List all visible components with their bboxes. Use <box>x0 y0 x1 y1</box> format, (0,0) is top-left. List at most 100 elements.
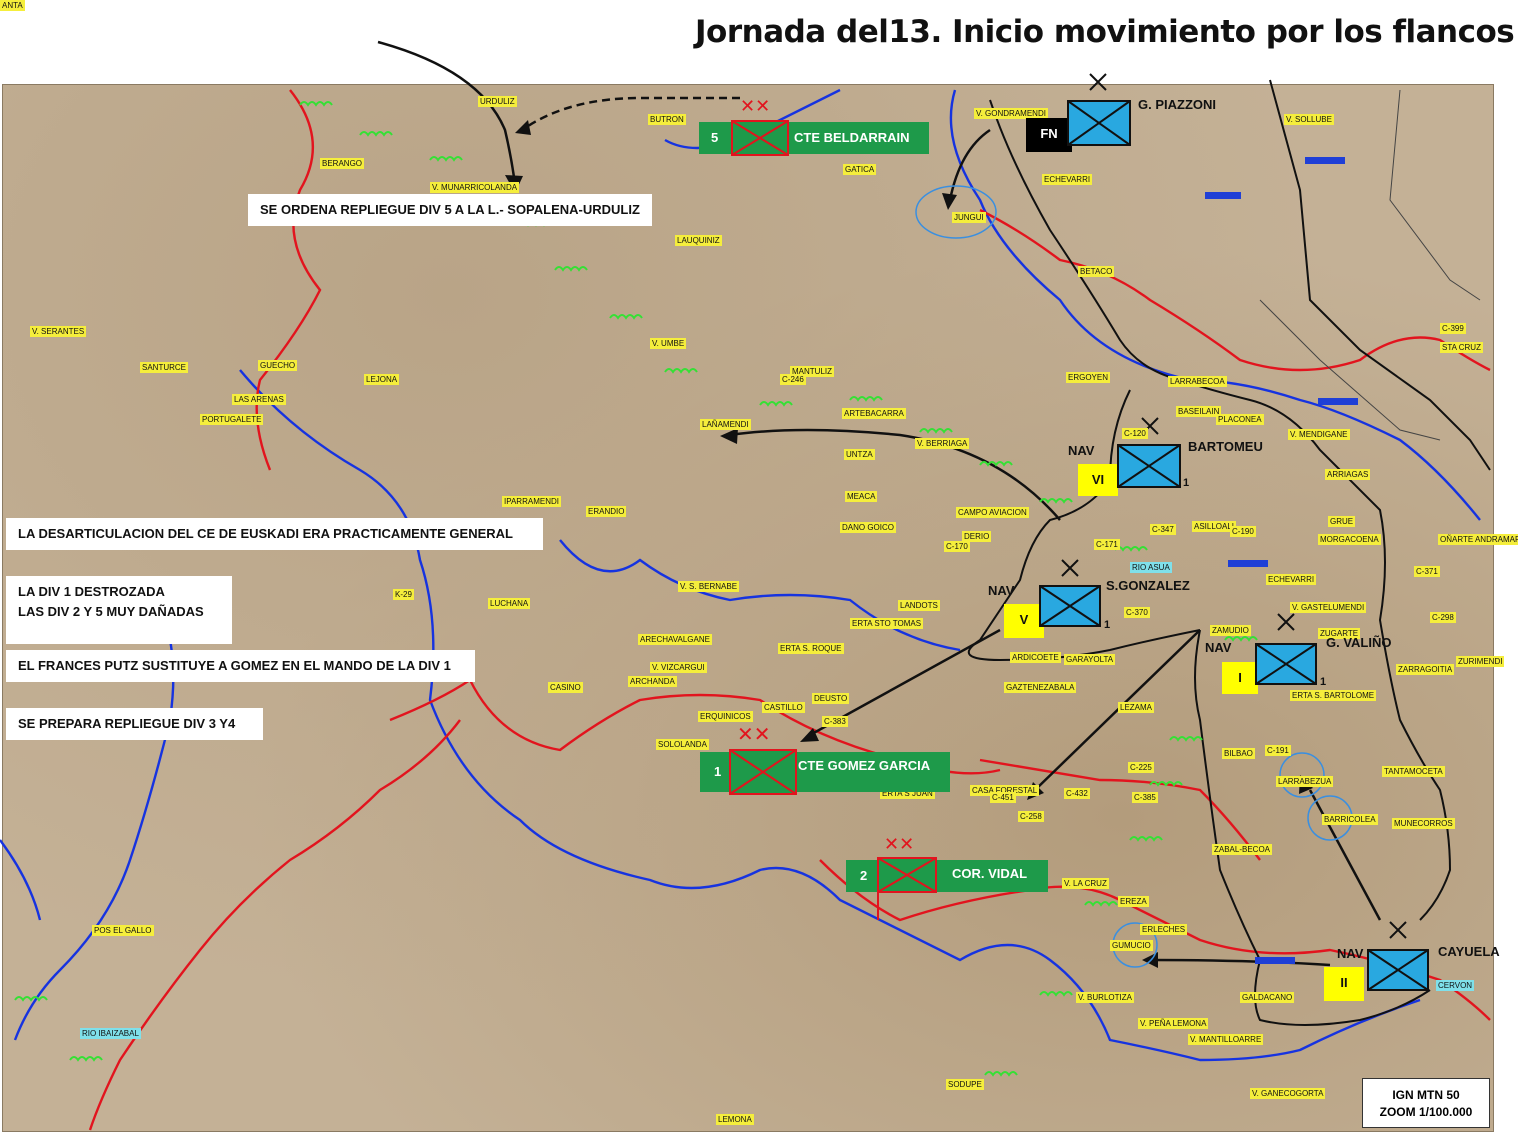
unit-v-number: 1 <box>1104 619 1111 631</box>
place-label: C-120 <box>1122 428 1148 439</box>
arrow <box>1149 958 1331 967</box>
trench <box>849 396 883 402</box>
place-label: JUNGUI <box>952 212 986 223</box>
place-label: URDULIZ <box>478 96 517 107</box>
place-label: V. BERRIAGA <box>915 438 970 449</box>
place-label: C-347 <box>1150 524 1176 535</box>
place-label: ERLECHES <box>1140 924 1188 935</box>
river <box>949 89 1481 521</box>
unit-ii-prefix: NAV <box>1337 946 1364 961</box>
place-label: C-370 <box>1124 607 1150 618</box>
trench <box>14 996 48 1002</box>
arrowhead <box>942 193 957 210</box>
unit-commander: CTE GOMEZ GARCIA <box>798 758 931 773</box>
place-label: ARCHANDA <box>628 676 677 687</box>
place-label: TANTAMOCETA <box>1382 766 1445 777</box>
place-label: DANO GOICO <box>840 522 897 533</box>
secondary-roads <box>1259 89 1481 441</box>
place-label: BASEILAIN <box>1176 406 1222 417</box>
arrow <box>377 40 517 186</box>
place-label: ANTA <box>0 0 25 11</box>
arrow <box>1308 789 1382 921</box>
note-repliegue-div5: SE ORDENA REPLIEGUE DIV 5 A LA L.- SOPAL… <box>248 194 652 226</box>
marker <box>1305 157 1345 164</box>
place-label: C-371 <box>1414 566 1440 577</box>
place-label: V. BURLOTIZA <box>1076 992 1134 1003</box>
unit-i-commander: G. VALIÑO <box>1326 635 1392 650</box>
place-label: C-383 <box>822 716 848 727</box>
place-label: V. S. BERNABE <box>678 581 740 592</box>
unit-ii-commander: CAYUELA <box>1438 944 1500 959</box>
place-label: LARRABEZUA <box>1276 776 1334 787</box>
place-label: C-170 <box>944 541 970 552</box>
place-label: GALDACANO <box>1240 992 1295 1003</box>
unit-i-tag: I <box>1222 662 1258 694</box>
unit-number: 1 <box>714 764 722 779</box>
place-label: K-29 <box>393 589 414 600</box>
trench <box>1039 498 1073 504</box>
place-label: V. MENDIGANE <box>1288 429 1350 440</box>
arrowhead <box>515 120 531 135</box>
svg-text:✕✕: ✕✕ <box>737 722 771 746</box>
trench <box>299 101 333 107</box>
svg-text:✕✕: ✕✕ <box>884 834 914 855</box>
place-label: IPARRAMENDI <box>502 496 561 507</box>
unit-vi-prefix: NAV <box>1068 443 1095 458</box>
place-label: GUECHO <box>258 360 298 371</box>
unit-div1-label: 1 CTE GOMEZ GARCIA <box>700 752 950 792</box>
place-label: ERTA STO TOMAS <box>850 618 924 629</box>
place-label: CASINO <box>548 682 583 693</box>
place-label: ZURIMENDI <box>1456 656 1505 667</box>
arrow <box>948 128 991 201</box>
place-label: OÑARTE ANDRAMARI <box>1438 534 1518 545</box>
unit-ii-tag: II <box>1324 967 1364 1001</box>
trench <box>69 1056 103 1062</box>
place-label: CERVON <box>1436 980 1475 991</box>
map-source: IGN MTN 50 <box>1392 1088 1460 1102</box>
place-label: BETACO <box>1078 266 1115 277</box>
arrowhead <box>720 428 738 444</box>
place-label: V. PEÑA LEMONA <box>1138 1018 1209 1029</box>
unit-number: 2 <box>860 868 868 883</box>
place-label: LEJONA <box>364 374 400 385</box>
front-line <box>989 99 1452 921</box>
place-label: C-258 <box>1018 811 1044 822</box>
place-label: LEZAMA <box>1118 702 1155 713</box>
place-label: LANDOTS <box>898 600 940 611</box>
place-label: MEACA <box>845 491 878 502</box>
place-label: BERANGO <box>320 158 365 169</box>
river <box>239 369 1421 1062</box>
unit-i-prefix: NAV <box>1205 640 1232 655</box>
place-label: V. UMBE <box>650 338 687 349</box>
trench <box>1169 736 1203 742</box>
place-label: SANTURCE <box>140 362 189 373</box>
note-putz: EL FRANCES PUTZ SUSTITUYE A GOMEZ EN EL … <box>6 650 475 682</box>
place-label: EREZA <box>1118 896 1149 907</box>
place-label: V. GANECOGORTA <box>1250 1088 1326 1099</box>
trench <box>984 1071 1018 1077</box>
unit-commander: CTE BELDARRAIN <box>794 130 910 145</box>
unit-symbol-cayuela <box>1367 921 1429 991</box>
place-label: SOLOLANDA <box>656 739 709 750</box>
place-label: ARECHAVALGANE <box>638 634 712 645</box>
note-repliegue-div3-4: SE PREPARA REPLIEGUE DIV 3 Y4 <box>6 708 264 740</box>
note-div2-5: LAS DIV 2 Y 5 MUY DAÑADAS <box>18 604 204 619</box>
trench <box>979 461 1013 467</box>
trench <box>1114 546 1148 552</box>
front-line <box>1269 79 1491 471</box>
trench <box>429 156 463 162</box>
note-div1: LA DIV 1 DESTROZADA <box>18 584 165 599</box>
place-label: LAÑAMENDI <box>700 419 751 430</box>
marker <box>1318 398 1358 405</box>
rivers <box>0 88 1481 1062</box>
place-label: C-399 <box>1440 323 1466 334</box>
place-label: C-171 <box>1094 539 1120 550</box>
place-label: ZARRAGOITIA <box>1396 664 1455 675</box>
place-label: MUNECORROS <box>1392 818 1455 829</box>
unit-v-commander: S.GONZALEZ <box>1106 578 1190 593</box>
marker <box>1255 957 1295 964</box>
roads <box>88 89 1491 1131</box>
place-label: GATICA <box>843 164 877 175</box>
place-label: ECHEVARRI <box>1042 174 1093 185</box>
place-label: ARTEBACARRA <box>842 408 906 419</box>
